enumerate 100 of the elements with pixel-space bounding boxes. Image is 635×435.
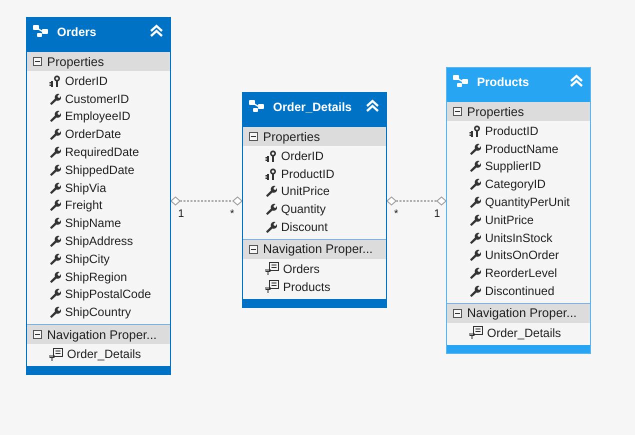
wrench-icon	[49, 217, 61, 230]
section-header[interactable]: Properties	[27, 52, 170, 71]
entity-title: Order_Details	[273, 99, 353, 115]
property-name[interactable]: SupplierID	[485, 159, 542, 174]
collapse-icon[interactable]	[453, 107, 462, 116]
wrench-icon	[469, 285, 481, 298]
property-name[interactable]: QuantityPerUnit	[485, 195, 570, 210]
property-name[interactable]: RequiredDate	[65, 145, 140, 160]
property-name[interactable]: CategoryID	[485, 177, 546, 192]
property-name[interactable]: OrderID	[281, 148, 324, 163]
key-icon	[265, 168, 277, 180]
navigation-property-icon	[469, 326, 483, 340]
property-name[interactable]: ShippedDate	[65, 162, 134, 177]
property-name[interactable]: CustomerID	[65, 92, 130, 106]
property-name[interactable]: Quantity	[281, 202, 326, 216]
section-title: Properties	[467, 104, 524, 118]
section-header[interactable]: Properties	[243, 127, 386, 146]
property-name[interactable]: OrderDate	[65, 127, 122, 142]
property-name[interactable]: ShipCountry	[65, 305, 132, 320]
wrench-icon	[469, 160, 481, 172]
property-name[interactable]: Orders	[283, 262, 320, 276]
wrench-icon	[469, 178, 481, 190]
entity-title: Products	[477, 74, 530, 90]
section-header[interactable]: Navigation Proper...	[243, 238, 386, 259]
navigation-property-icon	[265, 280, 279, 294]
section-title: Properties	[263, 130, 320, 144]
wrench-icon	[469, 232, 481, 244]
property-name[interactable]: Freight	[65, 198, 102, 212]
key-icon	[265, 150, 277, 162]
entity-icon	[453, 74, 469, 88]
section-title: Navigation Proper...	[263, 242, 373, 256]
section-title: Navigation Proper...	[47, 328, 157, 342]
property-name[interactable]: OrderID	[65, 74, 108, 88]
entity-title: Orders	[57, 24, 98, 40]
property-name[interactable]: ProductID	[281, 166, 334, 181]
wrench-icon	[469, 249, 481, 262]
collapse-icon[interactable]	[33, 57, 42, 66]
wrench-icon	[49, 146, 61, 158]
association-line[interactable]	[170, 196, 243, 206]
property-name[interactable]: UnitsInStock	[485, 230, 552, 245]
property-name[interactable]: Discontinued	[485, 284, 554, 298]
property-name[interactable]: EmployeeID	[65, 109, 130, 124]
wrench-icon	[49, 270, 61, 283]
wrench-icon	[49, 110, 61, 122]
section-title: Properties	[47, 54, 104, 68]
wrench-icon	[265, 185, 277, 198]
wrench-icon	[265, 221, 277, 234]
collapse-icon[interactable]	[249, 132, 258, 141]
property-name[interactable]: ShipVia	[65, 180, 106, 195]
entity-box[interactable]: Products Properties ProductID ProductName SupplierID CategoryID QuantityPerUnit UnitPrice UnitsInStock UnitsOnOrder ReorderLevel Discontinued Navigation Proper... Order_Details	[446, 67, 591, 354]
collapse-icon[interactable]	[33, 330, 42, 340]
property-name[interactable]: ProductName	[485, 142, 558, 156]
property-name[interactable]: ProductID	[485, 124, 538, 138]
wrench-icon	[49, 252, 61, 265]
section-header[interactable]: Navigation Proper...	[27, 324, 170, 344]
wrench-icon	[469, 214, 481, 226]
wrench-icon	[265, 203, 277, 216]
property-name[interactable]: Discount	[281, 220, 328, 234]
wrench-icon	[469, 142, 481, 155]
wrench-icon	[49, 92, 61, 105]
association-line[interactable]	[386, 196, 447, 206]
property-name[interactable]: Order_Details	[67, 347, 142, 362]
property-name[interactable]: Products	[283, 280, 330, 294]
property-name[interactable]: Order_Details	[487, 326, 562, 340]
collapse-icon[interactable]	[149, 24, 164, 37]
collapse-icon[interactable]	[453, 308, 462, 318]
section-header[interactable]: Navigation Proper...	[447, 302, 590, 323]
entity-icon	[249, 99, 265, 113]
property-name[interactable]: ShipCity	[65, 252, 110, 266]
entity-icon	[33, 24, 49, 38]
navigation-property-icon	[49, 348, 63, 361]
wrench-icon	[469, 267, 481, 280]
wrench-icon	[49, 164, 61, 176]
wrench-icon	[49, 288, 61, 300]
entity-box[interactable]	[26, 17, 171, 375]
section-header[interactable]: Properties	[447, 102, 590, 121]
wrench-icon	[49, 128, 61, 140]
wrench-icon	[49, 235, 61, 248]
section-title: Navigation Proper...	[467, 306, 577, 320]
multiplicity-label: 1	[178, 208, 184, 220]
navigation-property-icon	[265, 262, 279, 276]
property-name[interactable]: UnitPrice	[281, 184, 330, 198]
multiplicity-label: *	[230, 208, 234, 220]
entity-box[interactable]: Order_Details Properties OrderID ProductID UnitPrice Quantity Discount Navigation Proper... Orders Products	[242, 92, 387, 308]
wrench-icon	[49, 306, 61, 318]
property-name[interactable]: ShipRegion	[65, 270, 128, 284]
property-name[interactable]: UnitsOnOrder	[485, 248, 560, 262]
wrench-icon	[49, 199, 61, 212]
collapse-icon[interactable]	[249, 244, 258, 254]
key-icon	[49, 74, 61, 87]
key-icon	[469, 124, 481, 137]
property-name[interactable]: ShipAddress	[65, 234, 134, 248]
wrench-icon	[469, 196, 481, 208]
multiplicity-label: *	[394, 208, 398, 220]
wrench-icon	[49, 182, 61, 194]
property-name[interactable]: ShipName	[65, 216, 122, 230]
property-name[interactable]: ShipPostalCode	[65, 287, 152, 302]
property-name[interactable]: ReorderLevel	[485, 266, 558, 280]
property-name[interactable]: UnitPrice	[485, 212, 534, 227]
collapse-icon[interactable]	[365, 99, 380, 112]
